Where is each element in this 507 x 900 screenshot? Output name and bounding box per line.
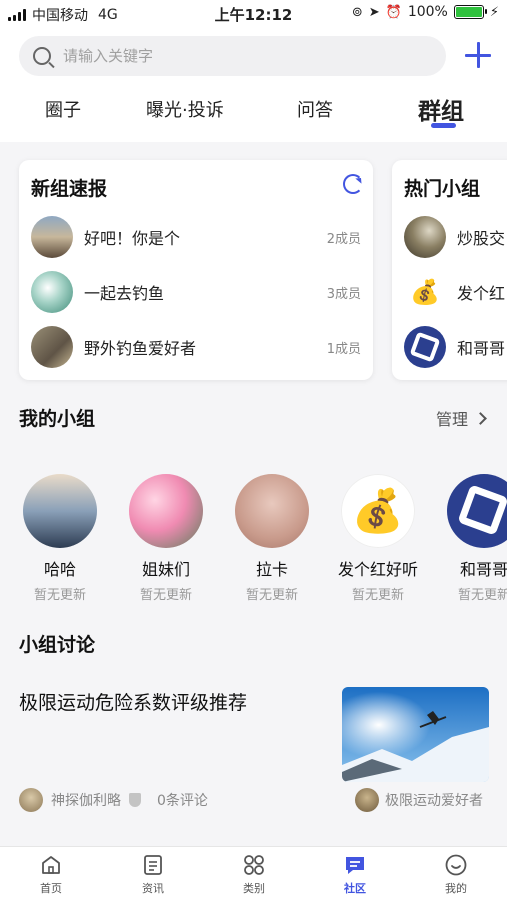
group-status: 暂无更新: [139, 588, 192, 603]
my-group-item[interactable]: 姐妹们 暂无更新: [114, 474, 218, 603]
new-groups-title: 新组速报: [31, 178, 108, 200]
group-name: 发个红好听: [337, 560, 418, 579]
group-name: 好吧！你是个: [84, 229, 181, 248]
community-icon: [343, 853, 367, 877]
my-groups-title: 我的小组: [19, 408, 96, 430]
nav-category[interactable]: 类别: [219, 853, 289, 896]
tab-indicator: [431, 123, 456, 128]
post-group[interactable]: 极限运动爱好者: [355, 788, 483, 812]
group-avatar: [31, 271, 73, 313]
post-title[interactable]: 极限运动危险系数评级推荐: [19, 688, 247, 715]
status-bar: 中国移动 4G 上午12:12 ⊚ ➤ ⏰ 100% ⚡: [0, 0, 507, 28]
home-icon: [39, 853, 63, 877]
tab-groups[interactable]: 群组: [418, 92, 464, 126]
hot-group-row[interactable]: 炒股交: [404, 215, 507, 259]
group-status: 暂无更新: [245, 588, 298, 603]
my-group-item[interactable]: 哈哈 暂无更新: [8, 474, 112, 603]
tab-circle[interactable]: 圈子: [45, 96, 81, 122]
my-group-item[interactable]: 拉卡 暂无更新: [220, 474, 324, 603]
group-avatar: [404, 216, 446, 258]
alarm-icon: ⏰: [385, 4, 402, 20]
group-name: 姐妹们: [141, 560, 190, 579]
group-name: 野外钓鱼爱好者: [84, 339, 197, 358]
tab-qa[interactable]: 问答: [297, 96, 333, 122]
post-image[interactable]: [342, 687, 489, 782]
nav-label: 我的: [445, 882, 467, 895]
group-avatar: [355, 788, 379, 812]
new-group-row[interactable]: 好吧！你是个 2成员: [31, 215, 361, 259]
skiing-photo: [342, 687, 489, 782]
new-groups-card: 新组速报 好吧！你是个 2成员 一起去钓鱼 3成员 野外钓鱼爱好者 1成员: [19, 160, 373, 380]
group-name: 炒股交: [457, 229, 506, 248]
chevron-right-icon: [474, 411, 487, 425]
group-avatar: [129, 474, 203, 548]
search-bar[interactable]: [19, 36, 446, 76]
comment-count: 0条评论: [157, 793, 208, 809]
profile-icon: [444, 853, 468, 877]
new-group-row[interactable]: 野外钓鱼爱好者 1成员: [31, 325, 361, 369]
hot-group-row[interactable]: 和哥哥: [404, 325, 507, 369]
post-meta: 神探伽利略 0条评论: [19, 788, 208, 812]
my-group-item[interactable]: 💰 发个红好听 暂无更新: [326, 474, 430, 603]
header: 圈子 曝光·投诉 问答 群组: [0, 28, 507, 142]
status-right: ⊚ ➤ ⏰ 100% ⚡: [352, 4, 499, 20]
hot-groups-card: 热门小组 炒股交 💰 发个红 和哥哥: [392, 160, 507, 380]
group-name: 发个红: [457, 284, 506, 303]
group-avatar: [31, 216, 73, 258]
location-icon: ➤: [368, 4, 380, 20]
battery-percent: 100%: [407, 4, 448, 20]
author-avatar[interactable]: [19, 788, 43, 812]
group-status: 暂无更新: [457, 588, 507, 603]
group-name: 和哥哥: [459, 560, 507, 579]
group-logo-icon: [447, 474, 507, 548]
author-name[interactable]: 神探伽利略: [51, 790, 121, 810]
discussion-title: 小组讨论: [19, 634, 96, 656]
nav-profile[interactable]: 我的: [421, 853, 491, 896]
bottom-nav: 首页 资讯 类别 社区 我的: [0, 846, 507, 900]
group-logo-icon: [404, 326, 446, 368]
group-name: 一起去钓鱼: [84, 284, 165, 303]
new-group-row[interactable]: 一起去钓鱼 3成员: [31, 270, 361, 314]
group-avatar: [31, 326, 73, 368]
nav-label: 社区: [344, 882, 366, 895]
news-icon: [141, 853, 165, 877]
charging-icon: ⚡: [489, 4, 499, 20]
group-name: 哈哈: [43, 560, 76, 579]
refresh-icon[interactable]: [343, 174, 363, 194]
manage-label: 管理: [435, 410, 468, 429]
money-bag-icon: 💰: [404, 271, 446, 313]
manage-button[interactable]: 管理: [435, 406, 487, 430]
nav-news[interactable]: 资讯: [118, 853, 188, 896]
group-name: 拉卡: [255, 560, 288, 579]
nav-label: 类别: [243, 882, 265, 895]
member-count: 1成员: [326, 341, 361, 357]
hot-group-row[interactable]: 💰 发个红: [404, 270, 507, 314]
nav-label: 首页: [40, 882, 62, 895]
category-icon: [242, 853, 266, 877]
hot-groups-title: 热门小组: [404, 178, 481, 200]
money-bag-icon: 💰: [341, 474, 415, 548]
nav-home[interactable]: 首页: [16, 853, 86, 896]
tab-exposure[interactable]: 曝光·投诉: [146, 96, 224, 122]
shield-icon: [129, 793, 141, 807]
add-icon[interactable]: [465, 42, 491, 68]
group-status: 暂无更新: [33, 588, 86, 603]
orientation-lock-icon: ⊚: [351, 4, 363, 20]
nav-label: 资讯: [142, 882, 164, 895]
group-avatar: [23, 474, 97, 548]
group-name: 和哥哥: [457, 339, 506, 358]
group-status: 暂无更新: [351, 588, 404, 603]
battery-icon: [453, 5, 487, 19]
member-count: 2成员: [326, 231, 361, 247]
group-name: 极限运动爱好者: [385, 793, 483, 809]
my-group-item[interactable]: 和哥哥 暂无更新: [432, 474, 507, 603]
group-avatar: [235, 474, 309, 548]
search-input[interactable]: [63, 47, 363, 65]
search-icon: [33, 47, 51, 65]
nav-community[interactable]: 社区: [320, 853, 390, 896]
tab-bar: 圈子 曝光·投诉 问答 群组: [0, 90, 507, 130]
member-count: 3成员: [326, 286, 361, 302]
